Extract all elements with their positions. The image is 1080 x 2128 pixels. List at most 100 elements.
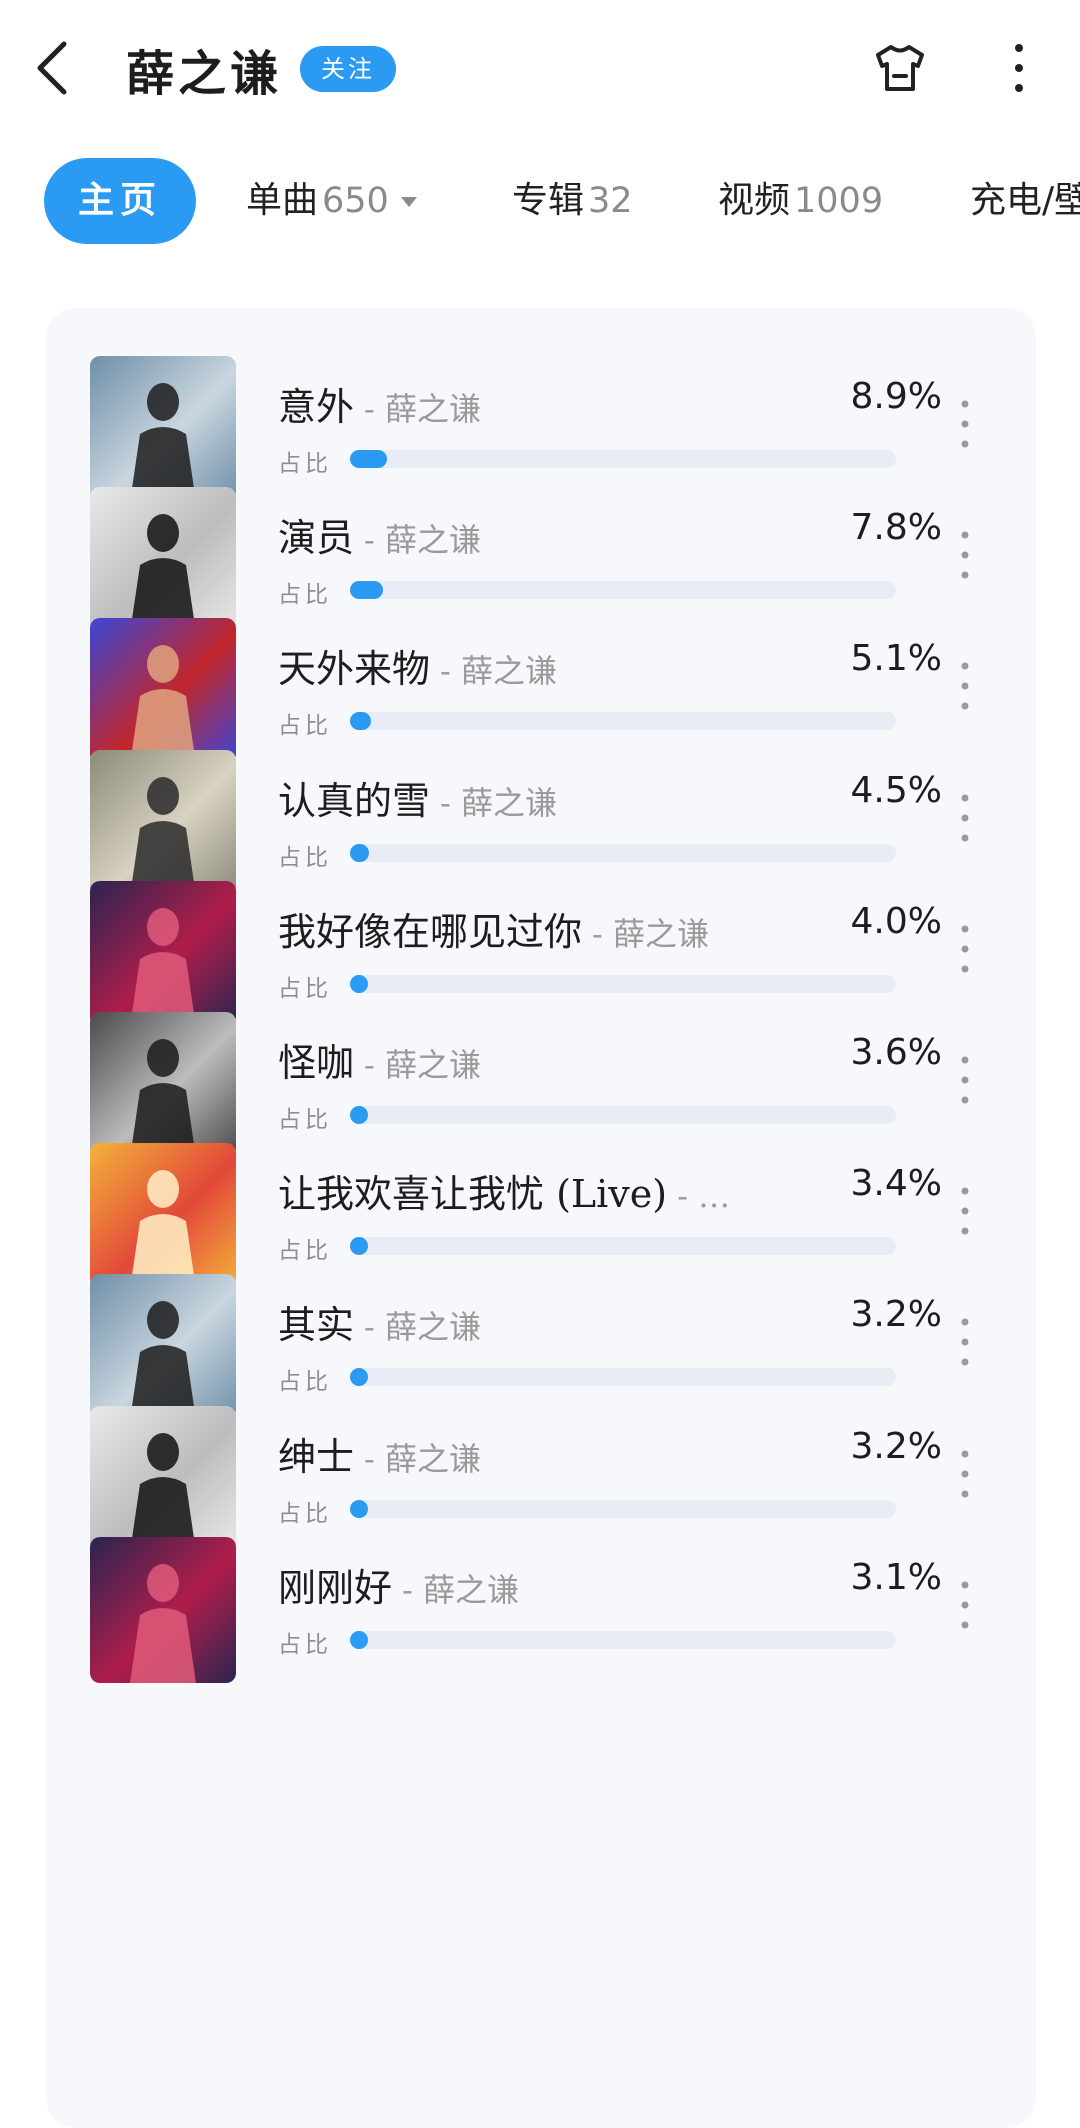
song-name: 认真的雪	[278, 778, 431, 823]
song-title[interactable]: 让我欢喜让我忧 (Live) - …	[278, 1163, 730, 1218]
tab-albums[interactable]: 专辑 32	[512, 158, 633, 244]
more-vertical-icon[interactable]	[952, 396, 978, 452]
share-progress-fill	[350, 1499, 368, 1518]
ratio-label: 占比	[278, 1631, 332, 1658]
song-title[interactable]: 演员 - 薛之谦	[278, 507, 481, 562]
top-bar: 薛之谦 关注	[0, 0, 1080, 140]
follow-button[interactable]: 关注	[300, 46, 396, 92]
album-cover[interactable]	[90, 1143, 236, 1290]
album-cover[interactable]	[90, 487, 236, 634]
more-vertical-icon[interactable]	[952, 790, 978, 846]
song-name: 其实	[278, 1303, 355, 1348]
more-vertical-icon[interactable]	[952, 1052, 978, 1108]
more-vertical-icon[interactable]	[952, 658, 978, 714]
share-progress-bar	[350, 1499, 896, 1518]
more-vertical-icon[interactable]	[952, 1183, 978, 1239]
song-name: 怪咖	[278, 1041, 355, 1085]
song-row[interactable]: 刚刚好 - 薛之谦 3.1% 占比	[46, 1533, 1036, 1709]
tab-bar: 主页 单曲 650 专辑 32 视频 1009 充电/壁	[0, 158, 1080, 248]
song-name: 绅士	[278, 1434, 355, 1479]
song-title[interactable]: 认真的雪 - 薛之谦	[278, 770, 557, 825]
album-cover[interactable]	[90, 618, 236, 765]
more-vertical-icon[interactable]	[952, 1314, 978, 1370]
song-title[interactable]: 其实 - 薛之谦	[278, 1294, 481, 1349]
share-percent: 3.4%	[850, 1163, 942, 1205]
song-name: 让我欢喜让我忧 (Live)	[278, 1172, 668, 1217]
ratio-label: 占比	[278, 1500, 332, 1527]
tab-charge-wallpaper[interactable]: 充电/壁	[970, 158, 1080, 244]
more-vertical-icon[interactable]	[952, 527, 978, 583]
share-progress-bar	[350, 1368, 896, 1387]
share-progress-fill	[350, 581, 383, 600]
share-progress-fill	[350, 1368, 368, 1387]
more-vertical-icon[interactable]	[1004, 40, 1034, 96]
share-percent: 8.9%	[850, 376, 942, 417]
share-progress-fill	[350, 1106, 368, 1124]
album-cover[interactable]	[90, 1536, 236, 1683]
page-title: 薛之谦	[126, 46, 283, 102]
song-title[interactable]: 意外 - 薛之谦	[278, 376, 481, 431]
song-name: 演员	[278, 516, 355, 561]
song-share-card: 意外 - 薛之谦 8.9% 占比 演员 - 薛之谦 7.8% 占比 天外来物 - 薛之谦 5.1% 占…	[46, 308, 1036, 2128]
tab-videos-label: 视频	[718, 180, 791, 221]
share-progress-fill	[350, 843, 369, 862]
share-percent: 7.8%	[850, 507, 942, 549]
song-artist: - 薛之谦	[402, 1570, 520, 1609]
ratio-label: 占比	[278, 451, 332, 477]
share-progress-bar	[350, 974, 896, 993]
song-title[interactable]: 怪咖 - 薛之谦	[278, 1032, 481, 1087]
tab-home[interactable]: 主页	[44, 158, 196, 244]
ratio-label: 占比	[278, 1369, 332, 1396]
song-name: 刚刚好	[278, 1565, 393, 1610]
song-artist: - 薛之谦	[440, 652, 558, 691]
tab-videos[interactable]: 视频 1009	[718, 158, 883, 244]
ratio-label: 占比	[278, 582, 332, 609]
album-cover[interactable]	[90, 1274, 236, 1421]
share-percent: 4.0%	[850, 900, 942, 942]
share-progress-fill	[350, 1630, 368, 1649]
ratio-label: 占比	[278, 975, 332, 1002]
album-cover[interactable]	[90, 1405, 236, 1552]
album-cover[interactable]	[90, 356, 236, 502]
share-percent: 3.1%	[850, 1556, 942, 1598]
share-progress-bar	[350, 450, 896, 468]
song-artist: - 薛之谦	[364, 1308, 482, 1347]
more-vertical-icon[interactable]	[952, 1446, 978, 1502]
album-cover[interactable]	[90, 880, 236, 1027]
song-artist: - 薛之谦	[364, 390, 482, 428]
album-cover[interactable]	[90, 1012, 236, 1158]
album-cover[interactable]	[90, 749, 236, 896]
tshirt-icon[interactable]	[872, 40, 928, 96]
song-title[interactable]: 我好像在哪见过你 - 薛之谦	[278, 901, 709, 956]
share-percent: 3.6%	[850, 1032, 942, 1073]
song-title[interactable]: 刚刚好 - 薛之谦	[278, 1557, 519, 1612]
share-percent: 4.5%	[850, 769, 942, 811]
song-name: 我好像在哪见过你	[278, 909, 583, 954]
song-title[interactable]: 绅士 - 薛之谦	[278, 1426, 481, 1481]
song-title[interactable]: 天外来物 - 薛之谦	[278, 638, 557, 693]
ratio-label: 占比	[278, 844, 332, 871]
share-progress-bar	[350, 1630, 896, 1649]
more-vertical-icon[interactable]	[952, 1577, 978, 1633]
share-progress-fill	[350, 1237, 368, 1256]
song-artist: - 薛之谦	[364, 1046, 482, 1084]
caret-down-icon	[400, 197, 417, 207]
song-artist: - …	[677, 1177, 731, 1216]
tab-singles[interactable]: 单曲 650	[246, 158, 417, 244]
share-percent: 5.1%	[850, 638, 942, 680]
song-artist: - 薛之谦	[440, 783, 558, 822]
ratio-label: 占比	[278, 713, 332, 740]
ratio-label: 占比	[278, 1107, 332, 1133]
song-artist: - 薛之谦	[592, 914, 710, 953]
song-name: 天外来物	[278, 647, 431, 692]
share-progress-bar	[350, 581, 896, 600]
chevron-left-icon[interactable]	[30, 38, 74, 98]
tab-home-label: 主页	[77, 180, 162, 221]
song-artist: - 薛之谦	[364, 1439, 482, 1478]
tab-albums-count: 32	[588, 181, 633, 221]
song-artist: - 薛之谦	[364, 521, 482, 560]
share-progress-bar	[350, 712, 896, 731]
tab-albums-label: 专辑	[512, 180, 585, 221]
tab-singles-count: 650	[322, 181, 389, 221]
more-vertical-icon[interactable]	[952, 921, 978, 977]
